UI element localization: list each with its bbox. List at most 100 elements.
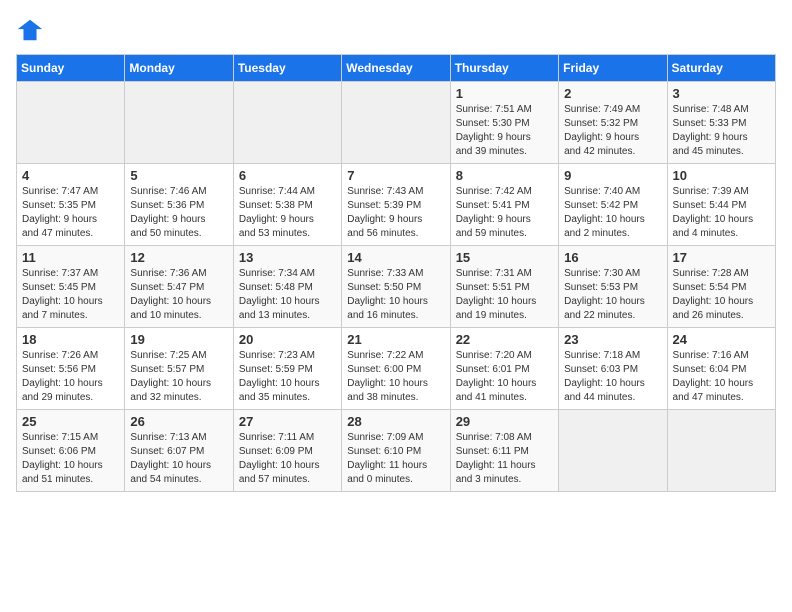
calendar-cell: 16 Sunrise: 7:30 AM Sunset: 5:53 PM Dayli… bbox=[559, 246, 667, 328]
day-info: Sunrise: 7:34 AM Sunset: 5:48 PM Dayligh… bbox=[239, 267, 336, 323]
day-info: Sunrise: 7:30 AM Sunset: 5:53 PM Dayligh… bbox=[564, 267, 661, 323]
day-info: Sunrise: 7:37 AM Sunset: 5:45 PM Dayligh… bbox=[22, 267, 119, 323]
calendar-cell: 24 Sunrise: 7:16 AM Sunset: 6:04 PM Dayli… bbox=[667, 328, 775, 410]
calendar-cell: 18 Sunrise: 7:26 AM Sunset: 5:56 PM Dayli… bbox=[17, 328, 125, 410]
day-info: Sunrise: 7:48 AM Sunset: 5:33 PM Dayligh… bbox=[673, 103, 770, 159]
day-number: 24 bbox=[673, 332, 770, 347]
day-header-friday: Friday bbox=[559, 55, 667, 82]
calendar-table: SundayMondayTuesdayWednesdayThursdayFrid… bbox=[16, 54, 776, 492]
day-number: 17 bbox=[673, 250, 770, 265]
day-header-tuesday: Tuesday bbox=[233, 55, 341, 82]
day-number: 4 bbox=[22, 168, 119, 183]
day-number: 2 bbox=[564, 86, 661, 101]
day-number: 29 bbox=[456, 414, 553, 429]
calendar-cell: 2 Sunrise: 7:49 AM Sunset: 5:32 PM Daylig… bbox=[559, 82, 667, 164]
day-info: Sunrise: 7:11 AM Sunset: 6:09 PM Dayligh… bbox=[239, 431, 336, 487]
calendar-cell: 27 Sunrise: 7:11 AM Sunset: 6:09 PM Dayli… bbox=[233, 410, 341, 492]
day-number: 13 bbox=[239, 250, 336, 265]
day-number: 9 bbox=[564, 168, 661, 183]
header bbox=[16, 16, 776, 44]
calendar-cell bbox=[342, 82, 450, 164]
day-info: Sunrise: 7:16 AM Sunset: 6:04 PM Dayligh… bbox=[673, 349, 770, 405]
calendar-week-row: 25 Sunrise: 7:15 AM Sunset: 6:06 PM Dayli… bbox=[17, 410, 776, 492]
day-number: 3 bbox=[673, 86, 770, 101]
day-info: Sunrise: 7:47 AM Sunset: 5:35 PM Dayligh… bbox=[22, 185, 119, 241]
calendar-cell bbox=[233, 82, 341, 164]
calendar-cell: 9 Sunrise: 7:40 AM Sunset: 5:42 PM Daylig… bbox=[559, 164, 667, 246]
calendar-cell bbox=[17, 82, 125, 164]
day-number: 25 bbox=[22, 414, 119, 429]
day-number: 20 bbox=[239, 332, 336, 347]
day-number: 18 bbox=[22, 332, 119, 347]
calendar-header-row: SundayMondayTuesdayWednesdayThursdayFrid… bbox=[17, 55, 776, 82]
day-info: Sunrise: 7:20 AM Sunset: 6:01 PM Dayligh… bbox=[456, 349, 553, 405]
calendar-cell: 11 Sunrise: 7:37 AM Sunset: 5:45 PM Dayli… bbox=[17, 246, 125, 328]
day-number: 7 bbox=[347, 168, 444, 183]
day-number: 21 bbox=[347, 332, 444, 347]
day-number: 19 bbox=[130, 332, 227, 347]
calendar-cell: 29 Sunrise: 7:08 AM Sunset: 6:11 PM Dayli… bbox=[450, 410, 558, 492]
day-number: 12 bbox=[130, 250, 227, 265]
day-number: 8 bbox=[456, 168, 553, 183]
day-info: Sunrise: 7:23 AM Sunset: 5:59 PM Dayligh… bbox=[239, 349, 336, 405]
day-info: Sunrise: 7:15 AM Sunset: 6:06 PM Dayligh… bbox=[22, 431, 119, 487]
calendar-cell bbox=[125, 82, 233, 164]
logo bbox=[16, 16, 48, 44]
calendar-cell: 22 Sunrise: 7:20 AM Sunset: 6:01 PM Dayli… bbox=[450, 328, 558, 410]
day-info: Sunrise: 7:49 AM Sunset: 5:32 PM Dayligh… bbox=[564, 103, 661, 159]
day-info: Sunrise: 7:13 AM Sunset: 6:07 PM Dayligh… bbox=[130, 431, 227, 487]
calendar-cell: 7 Sunrise: 7:43 AM Sunset: 5:39 PM Daylig… bbox=[342, 164, 450, 246]
day-info: Sunrise: 7:40 AM Sunset: 5:42 PM Dayligh… bbox=[564, 185, 661, 241]
calendar-cell: 28 Sunrise: 7:09 AM Sunset: 6:10 PM Dayli… bbox=[342, 410, 450, 492]
calendar-week-row: 4 Sunrise: 7:47 AM Sunset: 5:35 PM Daylig… bbox=[17, 164, 776, 246]
calendar-cell: 23 Sunrise: 7:18 AM Sunset: 6:03 PM Dayli… bbox=[559, 328, 667, 410]
day-header-wednesday: Wednesday bbox=[342, 55, 450, 82]
day-info: Sunrise: 7:25 AM Sunset: 5:57 PM Dayligh… bbox=[130, 349, 227, 405]
day-number: 16 bbox=[564, 250, 661, 265]
calendar-cell: 17 Sunrise: 7:28 AM Sunset: 5:54 PM Dayli… bbox=[667, 246, 775, 328]
day-info: Sunrise: 7:08 AM Sunset: 6:11 PM Dayligh… bbox=[456, 431, 553, 487]
calendar-cell: 19 Sunrise: 7:25 AM Sunset: 5:57 PM Dayli… bbox=[125, 328, 233, 410]
day-info: Sunrise: 7:46 AM Sunset: 5:36 PM Dayligh… bbox=[130, 185, 227, 241]
day-info: Sunrise: 7:09 AM Sunset: 6:10 PM Dayligh… bbox=[347, 431, 444, 487]
day-number: 10 bbox=[673, 168, 770, 183]
calendar-cell: 25 Sunrise: 7:15 AM Sunset: 6:06 PM Dayli… bbox=[17, 410, 125, 492]
day-info: Sunrise: 7:44 AM Sunset: 5:38 PM Dayligh… bbox=[239, 185, 336, 241]
day-info: Sunrise: 7:18 AM Sunset: 6:03 PM Dayligh… bbox=[564, 349, 661, 405]
day-number: 11 bbox=[22, 250, 119, 265]
day-header-monday: Monday bbox=[125, 55, 233, 82]
calendar-cell: 21Sunrise: 7:22 AM Sunset: 6:00 PM Dayli… bbox=[342, 328, 450, 410]
day-number: 27 bbox=[239, 414, 336, 429]
day-number: 23 bbox=[564, 332, 661, 347]
day-number: 22 bbox=[456, 332, 553, 347]
calendar-cell: 5 Sunrise: 7:46 AM Sunset: 5:36 PM Daylig… bbox=[125, 164, 233, 246]
calendar-cell: 26 Sunrise: 7:13 AM Sunset: 6:07 PM Dayli… bbox=[125, 410, 233, 492]
day-number: 1 bbox=[456, 86, 553, 101]
day-header-sunday: Sunday bbox=[17, 55, 125, 82]
calendar-week-row: 18 Sunrise: 7:26 AM Sunset: 5:56 PM Dayli… bbox=[17, 328, 776, 410]
calendar-cell: 4 Sunrise: 7:47 AM Sunset: 5:35 PM Daylig… bbox=[17, 164, 125, 246]
day-info: Sunrise: 7:26 AM Sunset: 5:56 PM Dayligh… bbox=[22, 349, 119, 405]
day-number: 14 bbox=[347, 250, 444, 265]
calendar-cell: 6Sunrise: 7:44 AM Sunset: 5:38 PM Daylig… bbox=[233, 164, 341, 246]
day-info: Sunrise: 7:42 AM Sunset: 5:41 PM Dayligh… bbox=[456, 185, 553, 241]
day-info: Sunrise: 7:43 AM Sunset: 5:39 PM Dayligh… bbox=[347, 185, 444, 241]
day-number: 5 bbox=[130, 168, 227, 183]
day-header-saturday: Saturday bbox=[667, 55, 775, 82]
calendar-week-row: 11 Sunrise: 7:37 AM Sunset: 5:45 PM Dayli… bbox=[17, 246, 776, 328]
calendar-cell: 1 Sunrise: 7:51 AM Sunset: 5:30 PM Daylig… bbox=[450, 82, 558, 164]
day-header-thursday: Thursday bbox=[450, 55, 558, 82]
day-number: 15 bbox=[456, 250, 553, 265]
calendar-cell: 3 Sunrise: 7:48 AM Sunset: 5:33 PM Daylig… bbox=[667, 82, 775, 164]
calendar-cell bbox=[667, 410, 775, 492]
day-number: 26 bbox=[130, 414, 227, 429]
calendar-cell: 8 Sunrise: 7:42 AM Sunset: 5:41 PM Daylig… bbox=[450, 164, 558, 246]
calendar-cell: 15Sunrise: 7:31 AM Sunset: 5:51 PM Dayli… bbox=[450, 246, 558, 328]
day-info: Sunrise: 7:28 AM Sunset: 5:54 PM Dayligh… bbox=[673, 267, 770, 323]
day-number: 28 bbox=[347, 414, 444, 429]
day-info: Sunrise: 7:36 AM Sunset: 5:47 PM Dayligh… bbox=[130, 267, 227, 323]
day-info: Sunrise: 7:39 AM Sunset: 5:44 PM Dayligh… bbox=[673, 185, 770, 241]
calendar-cell: 20 Sunrise: 7:23 AM Sunset: 5:59 PM Dayli… bbox=[233, 328, 341, 410]
calendar-week-row: 1 Sunrise: 7:51 AM Sunset: 5:30 PM Daylig… bbox=[17, 82, 776, 164]
day-info: Sunrise: 7:51 AM Sunset: 5:30 PM Dayligh… bbox=[456, 103, 553, 159]
